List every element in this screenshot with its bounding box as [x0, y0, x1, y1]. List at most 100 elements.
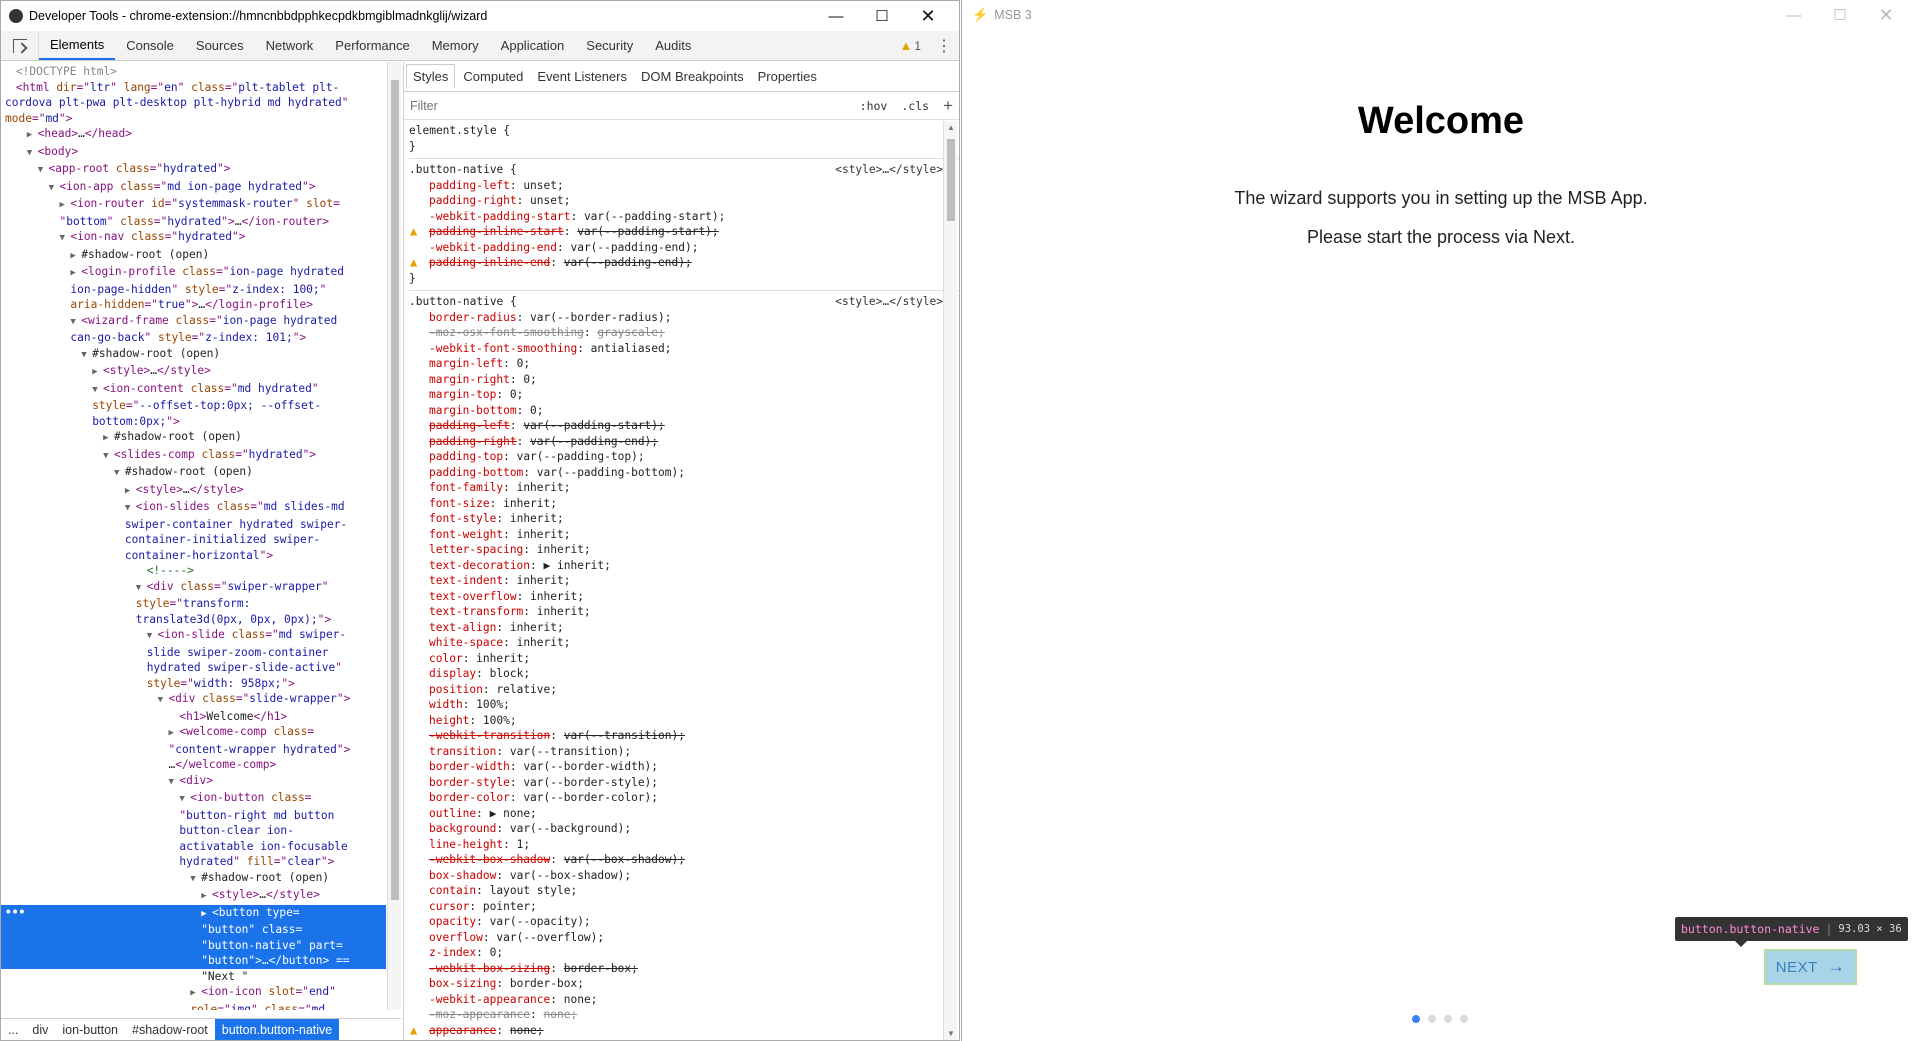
tab-security[interactable]: Security	[575, 31, 644, 60]
css-declaration[interactable]: border-style: var(--border-style);	[409, 775, 959, 791]
css-value[interactable]: layout style;	[490, 884, 578, 897]
expanded-triangle-icon[interactable]: ▼	[38, 165, 49, 175]
pagination-dot[interactable]	[1460, 1015, 1468, 1023]
collapsed-triangle-icon[interactable]: ▶	[103, 433, 114, 443]
css-property[interactable]: box-sizing	[429, 977, 496, 990]
css-declaration[interactable]: padding-top: var(--padding-top);	[409, 449, 959, 465]
css-value[interactable]: 0;	[490, 946, 503, 959]
css-declaration[interactable]: white-space: inherit;	[409, 635, 959, 651]
dom-node[interactable]: ▶ <style>…</style>	[1, 887, 386, 905]
inspect-element-button[interactable]	[1, 31, 39, 60]
css-declaration[interactable]: -webkit-appearance: none;	[409, 992, 959, 1008]
hov-toggle[interactable]: :hov	[860, 99, 888, 113]
dom-node[interactable]: ▼ <ion-app class="md ion-page hydrated">	[1, 179, 386, 197]
dom-node[interactable]: bottom:0px;">	[1, 414, 386, 430]
tab-audits[interactable]: Audits	[644, 31, 702, 60]
css-property[interactable]: font-weight	[429, 528, 503, 541]
new-rule-button[interactable]: +	[943, 96, 953, 116]
dom-node[interactable]: container-initialized swiper-	[1, 532, 386, 548]
css-property[interactable]: color	[429, 652, 463, 665]
css-declaration[interactable]: outline: ▶ none;	[409, 806, 959, 822]
css-property[interactable]: margin-left	[429, 357, 503, 370]
css-property[interactable]: -moz-appearance	[429, 1008, 530, 1021]
dom-node[interactable]: hydrated" fill="clear">	[1, 854, 386, 870]
css-property[interactable]: transition	[429, 745, 496, 758]
dom-node[interactable]: role="img" class="md	[1, 1002, 386, 1011]
subtab-event-listeners[interactable]: Event Listeners	[531, 65, 633, 88]
css-property[interactable]: padding-left	[429, 419, 510, 432]
dom-node[interactable]: button-clear ion-	[1, 823, 386, 839]
css-declaration[interactable]: border-radius: var(--border-radius);	[409, 310, 959, 326]
dom-node[interactable]: mode="md">	[1, 111, 386, 127]
rule-source-link[interactable]: <style>…</style>	[835, 294, 943, 310]
expanded-triangle-icon[interactable]: ▼	[158, 695, 169, 705]
subtab-computed[interactable]: Computed	[457, 65, 529, 88]
dom-node[interactable]: ▼ <ion-nav class="hydrated">	[1, 229, 386, 247]
css-value[interactable]: var(--box-shadow);	[510, 869, 631, 882]
css-declaration[interactable]: line-height: 1;	[409, 837, 959, 853]
css-property[interactable]: height	[429, 714, 469, 727]
close-icon[interactable]: ✕	[905, 6, 951, 27]
css-declaration[interactable]: margin-left: 0;	[409, 356, 959, 372]
css-property[interactable]: letter-spacing	[429, 543, 523, 556]
collapsed-triangle-icon[interactable]: ▶	[70, 268, 81, 278]
css-property[interactable]: appearance	[429, 1024, 496, 1037]
css-property[interactable]: opacity	[429, 915, 476, 928]
css-declaration[interactable]: padding-bottom: var(--padding-bottom);	[409, 465, 959, 481]
tab-sources[interactable]: Sources	[185, 31, 255, 60]
css-declaration[interactable]: border-color: var(--border-color);	[409, 790, 959, 806]
dom-node[interactable]: ion-page-hidden" style="z-index: 100;"	[1, 282, 386, 298]
css-property[interactable]: padding-left	[429, 179, 510, 192]
css-value[interactable]: var(--border-radius);	[530, 311, 671, 324]
elements-scrollbar[interactable]	[387, 62, 401, 1010]
css-property[interactable]: z-index	[429, 946, 476, 959]
css-declaration[interactable]: -webkit-padding-end: var(--padding-end);	[409, 240, 959, 256]
css-declaration[interactable]: transition: var(--transition);	[409, 744, 959, 760]
css-property[interactable]: box-shadow	[429, 869, 496, 882]
css-declaration[interactable]: text-transform: inherit;	[409, 604, 959, 620]
css-declaration[interactable]: background: var(--background);	[409, 821, 959, 837]
css-value[interactable]: var(--padding-bottom);	[537, 466, 685, 479]
css-property[interactable]: border-radius	[429, 311, 517, 324]
css-value[interactable]: block;	[490, 667, 530, 680]
css-property[interactable]: padding-bottom	[429, 466, 523, 479]
dom-node[interactable]: <!DOCTYPE html>	[1, 64, 386, 80]
css-value[interactable]: var(--border-color);	[523, 791, 658, 804]
css-declaration[interactable]: font-style: inherit;	[409, 511, 959, 527]
collapsed-triangle-icon[interactable]: ▶	[201, 909, 212, 919]
css-declaration[interactable]: -webkit-box-shadow: var(--box-shadow);	[409, 852, 959, 868]
css-declaration[interactable]: margin-top: 0;	[409, 387, 959, 403]
css-property[interactable]: -webkit-font-smoothing	[429, 342, 577, 355]
css-property[interactable]: font-style	[429, 512, 496, 525]
css-value[interactable]: var(--border-width);	[523, 760, 658, 773]
css-value[interactable]: var(--padding-start);	[523, 419, 664, 432]
css-property[interactable]: -moz-osx-font-smoothing	[429, 326, 584, 339]
expanded-triangle-icon[interactable]: ▼	[70, 317, 81, 327]
css-value[interactable]: inherit;	[517, 636, 571, 649]
expanded-triangle-icon[interactable]: ▼	[27, 148, 38, 158]
css-declaration[interactable]: width: 100%;	[409, 697, 959, 713]
css-declaration[interactable]: overflow: var(--overflow);	[409, 930, 959, 946]
minimize-icon[interactable]: —	[813, 8, 859, 25]
css-property[interactable]: line-height	[429, 838, 503, 851]
dom-node-selected[interactable]: "button-native" part=	[1, 937, 386, 953]
dom-node[interactable]: ▼ #shadow-root (open)	[1, 464, 386, 482]
css-value[interactable]: 0;	[517, 357, 530, 370]
more-options-icon[interactable]: ⋮	[929, 31, 959, 60]
dom-node[interactable]: container-horizontal">	[1, 548, 386, 564]
dom-node[interactable]: "content-wrapper hydrated">	[1, 742, 386, 758]
css-value[interactable]: inherit;	[537, 605, 591, 618]
dom-node[interactable]: translate3d(0px, 0px, 0px);">	[1, 612, 386, 628]
dom-node[interactable]: can-go-back" style="z-index: 101;">	[1, 330, 386, 346]
css-property[interactable]: border-color	[429, 791, 510, 804]
expanded-triangle-icon[interactable]: ▼	[169, 777, 180, 787]
css-declaration[interactable]: display: block;	[409, 666, 959, 682]
breadcrumb-item[interactable]: button.button-native	[214, 1019, 340, 1040]
dom-node[interactable]: "button-right md button	[1, 808, 386, 824]
dom-node[interactable]: ▶ #shadow-root (open)	[1, 429, 386, 447]
css-value[interactable]: var(--padding-top);	[517, 450, 645, 463]
css-declaration[interactable]: color: inherit;	[409, 651, 959, 667]
app-minimize-icon[interactable]: —	[1771, 7, 1817, 24]
css-property[interactable]: padding-top	[429, 450, 503, 463]
collapsed-triangle-icon[interactable]: ▶	[27, 130, 38, 140]
